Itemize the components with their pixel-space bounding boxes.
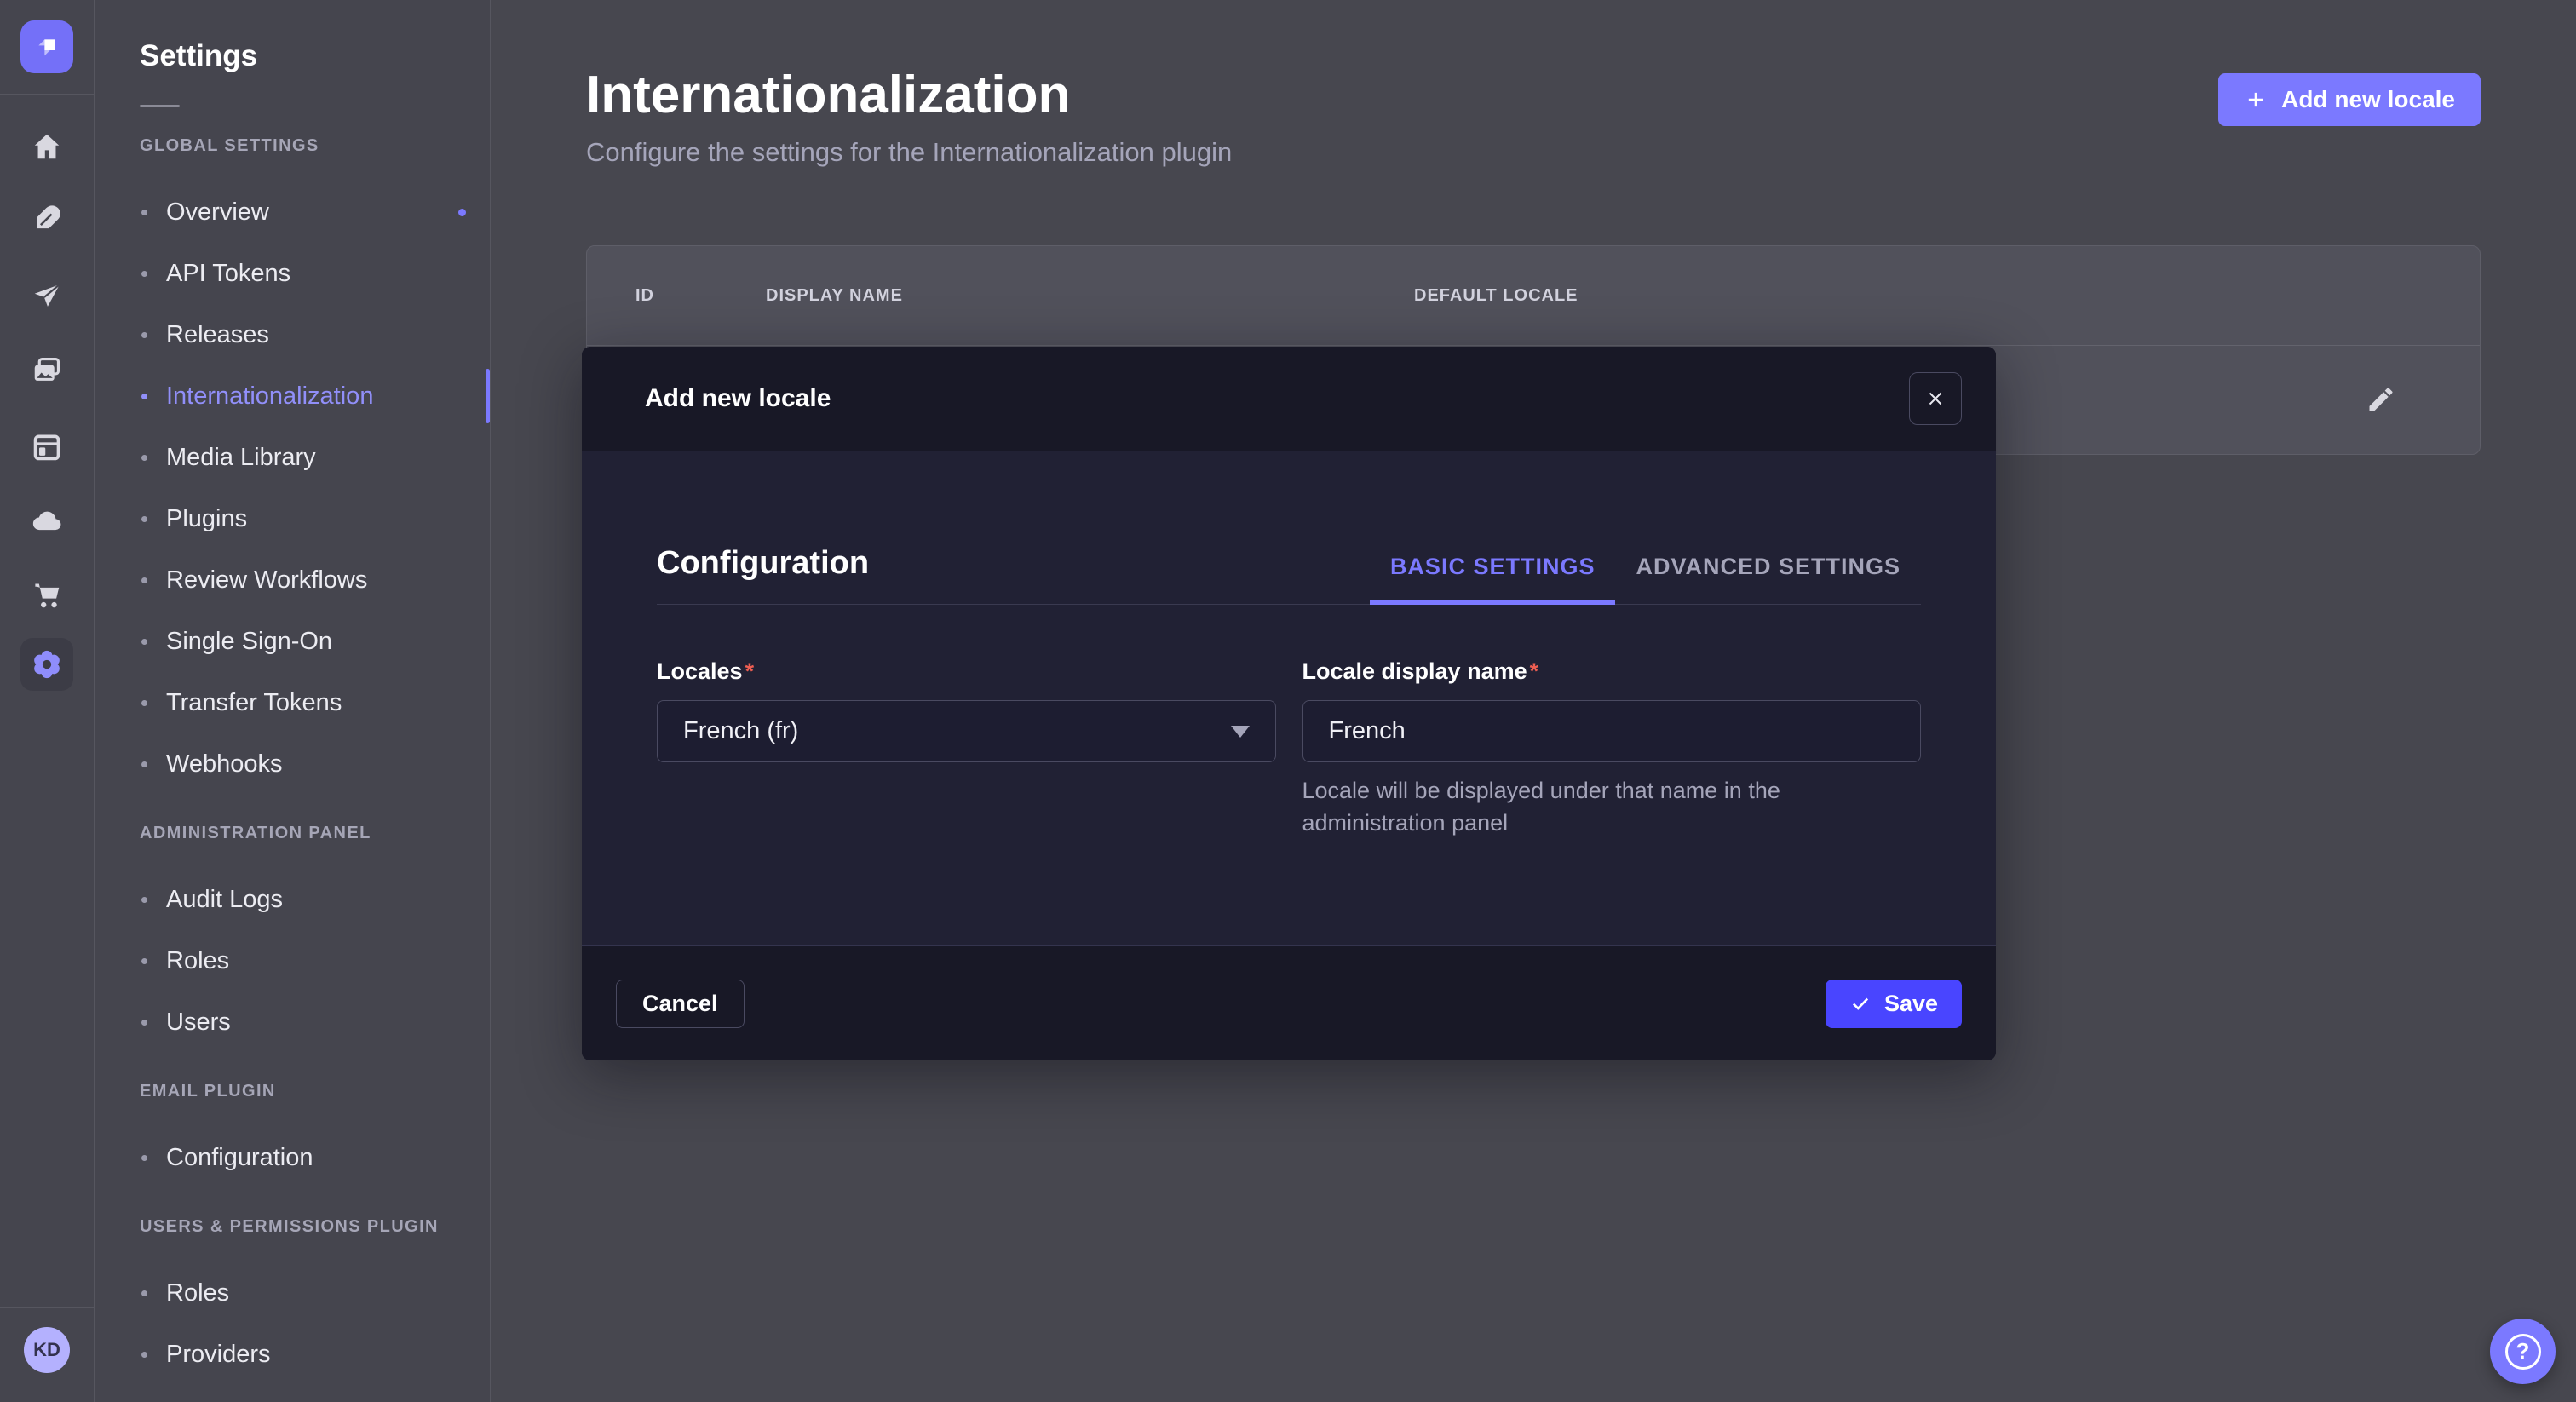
cloud-icon[interactable] (0, 503, 94, 537)
sidebar-item-releases[interactable]: Releases (140, 304, 490, 365)
section-label-users-permissions-plugin: USERS & PERMISSIONS PLUGIN (140, 1216, 490, 1237)
pencil-icon (2366, 384, 2396, 415)
bullet-icon (141, 1290, 147, 1296)
user-avatar[interactable]: KD (24, 1327, 70, 1373)
rail-bottom-divider (0, 1307, 94, 1308)
configuration-title: Configuration (657, 545, 869, 582)
section-label-administration-panel: ADMINISTRATION PANEL (140, 823, 490, 843)
bullet-icon (141, 1352, 147, 1358)
bullet-icon (141, 897, 147, 903)
section-label-email-plugin: EMAIL PLUGIN (140, 1081, 490, 1101)
sidebar-item-plugins[interactable]: Plugins (140, 488, 490, 549)
modal-title: Add new locale (645, 384, 831, 413)
sidebar-item-users[interactable]: Users (140, 991, 490, 1053)
deploy-send-icon[interactable] (0, 280, 94, 314)
page-title: Internationalization (586, 63, 2481, 128)
edit-locale-button[interactable] (2366, 384, 2396, 415)
sidebar-item-internationalization[interactable]: Internationalization (140, 365, 490, 427)
bullet-icon (141, 271, 147, 277)
content-feather-icon[interactable] (0, 202, 94, 236)
sidebar-item-media-library[interactable]: Media Library (140, 427, 490, 488)
bullet-icon (141, 332, 147, 338)
locales-field: Locales* French (fr) (657, 658, 1276, 839)
sidebar-item-webhooks[interactable]: Webhooks (140, 733, 490, 795)
required-asterisk: * (1530, 658, 1539, 684)
sidebar-item-transfer-tokens[interactable]: Transfer Tokens (140, 672, 490, 733)
strapi-logo[interactable] (20, 20, 73, 73)
active-indicator-bar (486, 369, 490, 423)
bullet-icon (141, 700, 147, 706)
locales-select[interactable]: French (fr) (657, 700, 1276, 762)
strapi-logo-icon (30, 30, 64, 64)
chevron-down-icon (1231, 726, 1250, 738)
bullet-icon (141, 639, 147, 645)
sidebar-item-single-sign-on[interactable]: Single Sign-On (140, 611, 490, 672)
settings-gear-icon[interactable] (20, 638, 73, 691)
locales-label: Locales* (657, 658, 1276, 685)
required-asterisk: * (745, 658, 755, 684)
modal-close-button[interactable] (1909, 372, 1962, 425)
check-icon (1849, 992, 1872, 1014)
sidebar-item-email-configuration[interactable]: Configuration (140, 1127, 490, 1188)
sidebar-item-review-workflows[interactable]: Review Workflows (140, 549, 490, 611)
display-name-input[interactable] (1302, 700, 1922, 762)
bullet-icon (141, 394, 147, 399)
sidebar-item-up-roles[interactable]: Roles (140, 1262, 490, 1324)
sidebar-item-overview[interactable]: Overview (140, 181, 490, 243)
add-new-locale-button[interactable]: Add new locale (2218, 73, 2481, 126)
tab-basic-settings[interactable]: BASIC SETTINGS (1370, 554, 1616, 605)
cancel-button[interactable]: Cancel (616, 980, 745, 1028)
sidebar-title: Settings (140, 37, 490, 75)
form-fields-row: Locales* French (fr) Locale display name… (657, 658, 1921, 839)
modal-footer: Cancel Save (582, 945, 1996, 1060)
question-mark-icon: ? (2505, 1334, 2541, 1370)
close-icon (1924, 388, 1946, 410)
tab-advanced-settings[interactable]: ADVANCED SETTINGS (1615, 554, 1921, 605)
table-header-row: ID DISPLAY NAME DEFAULT LOCALE (587, 246, 2480, 346)
home-icon[interactable] (0, 129, 94, 164)
modal-body: Configuration BASIC SETTINGS ADVANCED SE… (582, 451, 1996, 839)
settings-tabs: BASIC SETTINGS ADVANCED SETTINGS (1370, 554, 1921, 605)
sidebar-item-providers[interactable]: Providers (140, 1324, 490, 1385)
avatar-initials: KD (33, 1339, 60, 1361)
help-button[interactable]: ? (2490, 1319, 2556, 1384)
display-name-label: Locale display name* (1302, 658, 1922, 685)
plus-icon (2244, 88, 2268, 112)
bullet-icon (141, 516, 147, 522)
column-header-default-locale: DEFAULT LOCALE (1414, 286, 2480, 306)
icon-rail: KD (0, 0, 95, 1402)
bullet-icon (141, 1155, 147, 1161)
media-library-icon[interactable] (0, 353, 94, 388)
notification-dot (458, 209, 466, 216)
page-subtitle: Configure the settings for the Internati… (586, 136, 2481, 169)
sidebar-item-audit-logs[interactable]: Audit Logs (140, 869, 490, 930)
bullet-icon (141, 577, 147, 583)
marketplace-cart-icon[interactable] (0, 578, 94, 612)
section-label-global-settings: GLOBAL SETTINGS (140, 135, 490, 156)
bullet-icon (141, 1020, 147, 1026)
modal-header: Add new locale (582, 347, 1996, 451)
column-header-id: ID (635, 286, 766, 306)
page-header: Internationalization Configure the setti… (492, 0, 2576, 169)
settings-sidebar: Settings GLOBAL SETTINGS Overview API To… (95, 0, 491, 1402)
bullet-icon (141, 761, 147, 767)
save-button[interactable]: Save (1826, 980, 1962, 1028)
bullet-icon (141, 210, 147, 215)
sidebar-title-rule (140, 105, 180, 107)
display-name-hint: Locale will be displayed under that name… (1302, 774, 1922, 839)
rail-divider (0, 94, 94, 95)
bullet-icon (141, 958, 147, 964)
sidebar-item-admin-roles[interactable]: Roles (140, 930, 490, 991)
bullet-icon (141, 455, 147, 461)
content-manager-layout-icon[interactable] (0, 430, 94, 464)
column-header-display-name: DISPLAY NAME (766, 286, 1414, 306)
configuration-header-row: Configuration BASIC SETTINGS ADVANCED SE… (657, 451, 1921, 605)
locales-select-value: French (fr) (683, 717, 798, 745)
add-new-locale-modal: Add new locale Configuration BASIC SETTI… (582, 347, 1996, 1060)
sidebar-item-api-tokens[interactable]: API Tokens (140, 243, 490, 304)
display-name-field: Locale display name* Locale will be disp… (1302, 658, 1922, 839)
